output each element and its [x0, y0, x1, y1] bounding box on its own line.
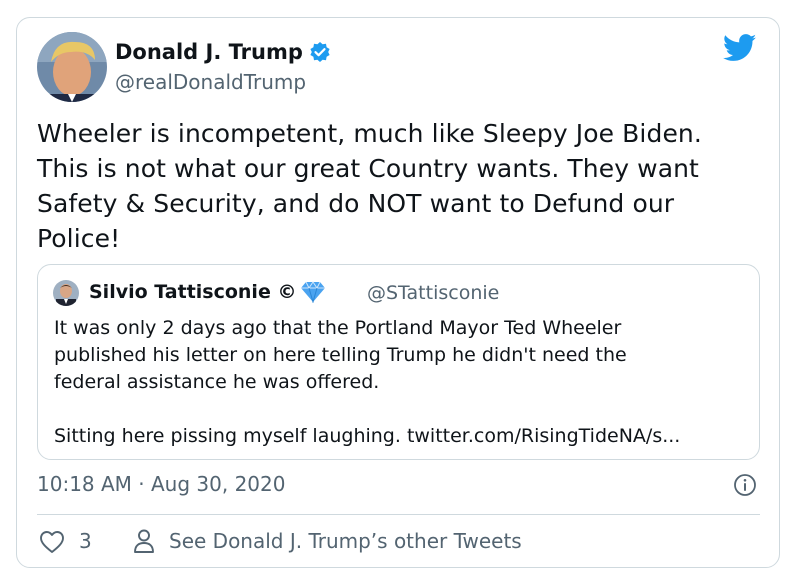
quoted-author-name-text: Silvio Tattisconie © [89, 281, 297, 303]
gem-icon [300, 281, 326, 304]
quoted-author-avatar [53, 280, 79, 306]
author-avatar[interactable] [37, 32, 107, 102]
author-name-text: Donald J. Trump [115, 40, 303, 64]
author-name[interactable]: Donald J. Trump [115, 40, 331, 64]
author-handle[interactable]: @realDonaldTrump [115, 70, 306, 94]
twitter-bird-icon[interactable] [722, 34, 757, 62]
tweet-text: Wheeler is incompetent, much like Sleepy… [37, 119, 702, 253]
heart-icon[interactable] [39, 530, 65, 554]
info-icon[interactable] [733, 473, 757, 497]
quoted-tweet[interactable]: Silvio Tattisconie © @STattisconie It wa… [37, 264, 760, 460]
like-count: 3 [79, 529, 92, 553]
tweet-card: Donald J. Trump @realDonaldTrump Wheeler… [16, 17, 780, 568]
tweet-timestamp[interactable]: 10:18 AM · Aug 30, 2020 [37, 472, 285, 496]
divider [37, 514, 760, 515]
see-other-tweets-link[interactable]: See Donald J. Trump’s other Tweets [169, 529, 522, 553]
quoted-author-handle: @STattisconie [367, 282, 500, 304]
quoted-author-name: Silvio Tattisconie © [89, 281, 326, 304]
quoted-tweet-text: It was only 2 days ago that the Portland… [54, 317, 681, 447]
person-icon[interactable] [132, 528, 156, 554]
verified-badge-icon [309, 41, 331, 63]
